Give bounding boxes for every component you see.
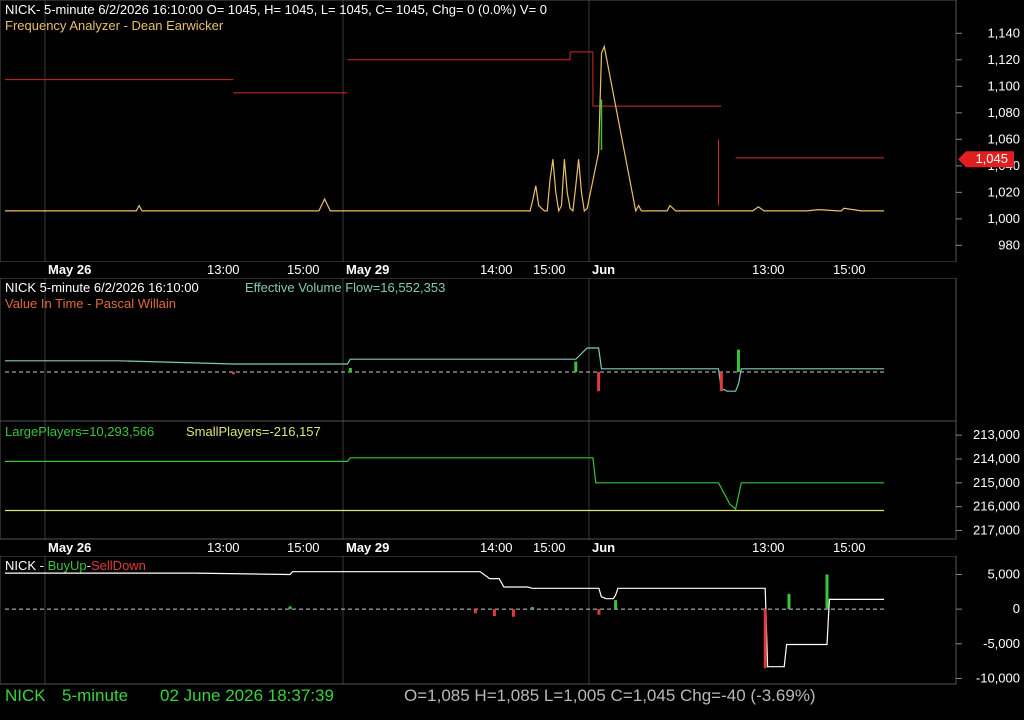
impulse-bar — [614, 600, 618, 610]
buyup-selldown-title: NICK - BuyUp-SellDown — [5, 558, 146, 573]
buyup-symbol: NICK - — [5, 558, 48, 573]
large-players-value: LargePlayers=10,293,566 — [5, 424, 155, 439]
y-tick-label: 980 — [998, 237, 1020, 252]
x-tick-label: 15:00 — [533, 540, 566, 555]
value-in-time-title: Value In Time - Pascal Willain — [5, 296, 176, 311]
impulse-bar — [492, 609, 496, 617]
y-tick-label: 215,000 — [973, 475, 1020, 490]
chart-canvas: May 26 May 29 Jun 13:00 15:00 14:00 15:00 13:00… — [0, 0, 1020, 685]
price-quote-line: NICK- 5-minute 6/2/2026 16:10:00 O= 1045… — [5, 2, 548, 17]
buyup-selldown-panel — [0, 555, 957, 685]
status-symbol: NICK — [5, 686, 46, 705]
buyup-selldown-line — [5, 571, 884, 668]
y-tick-label: 214,000 — [973, 451, 1020, 466]
x-tick-label: 14:00 — [480, 262, 513, 277]
y-tick-label: 1,140 — [987, 25, 1020, 40]
x-tick-label: May 29 — [346, 540, 389, 555]
y-tick-label: 0 — [1013, 601, 1020, 616]
y-tick-label: 1,120 — [987, 52, 1020, 67]
impulse-bar — [348, 368, 352, 372]
impulse-bar — [763, 609, 767, 669]
impulse-bar — [787, 593, 791, 610]
chart-grid — [44, 0, 590, 684]
effective-volume-flow-line — [5, 347, 884, 392]
x-tick-label: 15:00 — [833, 262, 866, 277]
x-tick-label: 13:00 — [752, 262, 785, 277]
impulse-bar — [825, 574, 829, 610]
y-tick-label: 1,060 — [987, 131, 1020, 146]
impulse-bar — [597, 372, 601, 392]
impulse-bar — [530, 607, 534, 610]
y-tick-label: 1,100 — [987, 78, 1020, 93]
y-tick-label: 213,000 — [973, 427, 1020, 442]
panel2-quote-line: NICK 5-minute 6/2/2026 16:10:00 — [5, 280, 199, 295]
large-players-line — [5, 457, 884, 511]
price-panel — [0, 0, 957, 263]
impulse-bar — [736, 349, 740, 372]
impulse-bar — [574, 361, 578, 372]
y-tick-label: -10,000 — [976, 670, 1020, 685]
x-tick-label: 13:00 — [207, 540, 240, 555]
chart-marks — [5, 44, 884, 669]
small-players-value: SmallPlayers=-216,157 — [186, 424, 321, 439]
x-tick-label: May 26 — [48, 262, 91, 277]
status-datetime: 02 June 2026 18:37:39 — [160, 686, 334, 705]
frequency-analyzer-title: Frequency Analyzer - Dean Earwicker — [5, 18, 224, 33]
impulse-bar — [719, 372, 723, 392]
price-line — [5, 44, 884, 213]
y-tick-label: 1,020 — [987, 184, 1020, 199]
impulse-bar — [473, 609, 477, 614]
x-tick-label: 13:00 — [752, 540, 785, 555]
impulse-bar — [597, 609, 601, 615]
x-axis-band — [0, 262, 956, 278]
y-tick-label: 217,000 — [973, 522, 1020, 537]
x-tick-label: 15:00 — [287, 540, 320, 555]
x-tick-label: Jun — [592, 540, 615, 555]
y-tick-label: 5,000 — [987, 566, 1020, 581]
x-tick-label: 13:00 — [207, 262, 240, 277]
impulse-bar — [288, 606, 292, 610]
x-tick-label: May 26 — [48, 540, 91, 555]
y-tick-label: -5,000 — [983, 636, 1020, 651]
x-tick-label: 15:00 — [533, 262, 566, 277]
y-tick-label: 216,000 — [973, 499, 1020, 514]
status-interval: 5-minute — [62, 686, 129, 705]
x-tick-label: 15:00 — [287, 262, 320, 277]
x-tick-label: 15:00 — [833, 540, 866, 555]
impulse-bar — [231, 372, 235, 375]
y-tick-label: 1,000 — [987, 211, 1020, 226]
x-tick-label: Jun — [592, 262, 615, 277]
buyup-label: BuyUp — [47, 558, 87, 573]
effective-volume-flow-value: Effective Volume Flow=16,552,353 — [245, 280, 446, 295]
impulse-bar — [511, 609, 515, 617]
x-axis-band — [0, 540, 956, 556]
y-tick-label: 1,080 — [987, 105, 1020, 120]
last-price-label: 1,045 — [975, 151, 1008, 166]
status-ohlc: O=1,085 H=1,085 L=1,005 C=1,045 Chg=-40 … — [404, 686, 816, 705]
selldown-label: SellDown — [91, 558, 146, 573]
x-tick-label: 14:00 — [480, 540, 513, 555]
x-tick-label: May 29 — [346, 262, 389, 277]
panel-borders — [0, 0, 957, 685]
